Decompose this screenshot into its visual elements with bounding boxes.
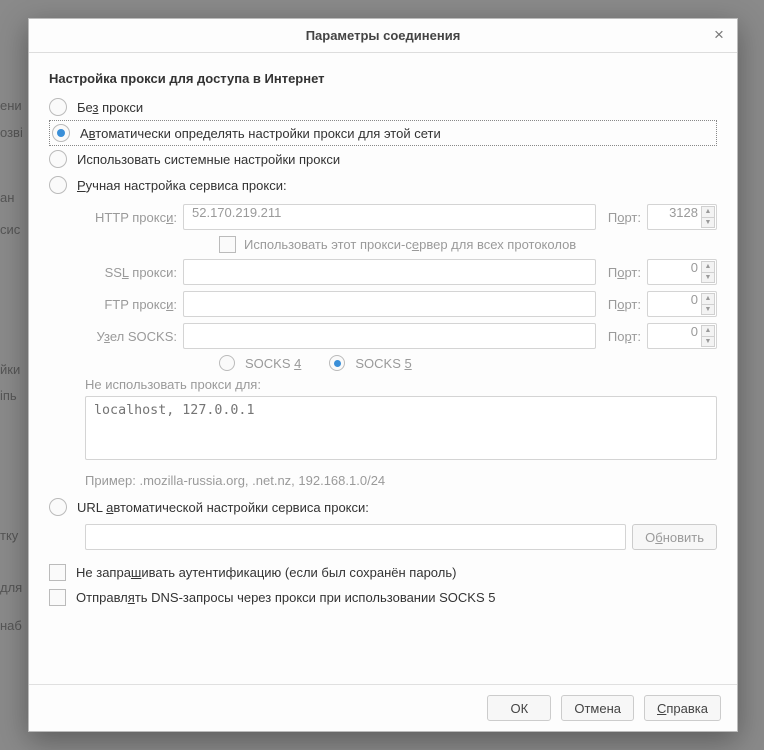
use-for-all-row[interactable]: Использовать этот прокси-сервер для всех… [219, 236, 717, 253]
pac-row: Обновить [85, 524, 717, 550]
http-port-label: Порт: [608, 210, 641, 225]
ftp-proxy-input[interactable] [183, 291, 596, 317]
dialog-footer: ОК Отмена Справка [29, 684, 737, 731]
socks-port-spinner[interactable]: ▲▼ [701, 325, 715, 347]
radio-socks4-label: SOCKS 4 [245, 356, 301, 371]
dns-socks5-checkbox[interactable] [49, 589, 66, 606]
radio-system-proxy[interactable] [49, 150, 67, 168]
use-for-all-label: Использовать этот прокси-сервер для всех… [244, 237, 576, 252]
dns-socks5-row[interactable]: Отправлять DNS-запросы через прокси при … [49, 589, 717, 606]
radio-no-proxy[interactable] [49, 98, 67, 116]
help-button[interactable]: Справка [644, 695, 721, 721]
radio-manual-proxy-label: Ручная настройка сервиса прокси: [77, 178, 287, 193]
close-icon[interactable]: × [709, 25, 729, 45]
radio-socks4[interactable] [219, 355, 235, 371]
section-title: Настройка прокси для доступа в Интернет [49, 71, 717, 86]
use-for-all-checkbox[interactable] [219, 236, 236, 253]
radio-row-system-proxy[interactable]: Использовать системные настройки прокси [49, 146, 717, 172]
no-proxy-for-label: Не использовать прокси для: [85, 377, 717, 392]
radio-row-pac[interactable]: URL автоматической настройки сервиса про… [49, 494, 717, 520]
radio-row-manual-proxy[interactable]: Ручная настройка сервиса прокси: [49, 172, 717, 198]
no-auth-prompt-row[interactable]: Не запрашивать аутентификацию (если был … [49, 564, 717, 581]
ssl-proxy-row: SSL прокси: Порт: 0 ▲▼ [85, 259, 717, 285]
ftp-port-spinner[interactable]: ▲▼ [701, 293, 715, 315]
ftp-port-label: Порт: [608, 297, 641, 312]
radio-system-proxy-label: Использовать системные настройки прокси [77, 152, 340, 167]
pac-url-input[interactable] [85, 524, 626, 550]
socks-version-row: SOCKS 4 SOCKS 5 [219, 355, 717, 371]
http-port-spinner[interactable]: ▲▼ [701, 206, 715, 228]
radio-auto-detect-label: Автоматически определять настройки прокс… [80, 126, 441, 141]
socks-proxy-input[interactable] [183, 323, 596, 349]
radio-row-no-proxy[interactable]: Без прокси [49, 94, 717, 120]
backdrop: ени озві ан сис йки іпь тку для наб Пара… [0, 0, 764, 750]
radio-row-auto-detect[interactable]: Автоматически определять настройки прокс… [49, 120, 717, 146]
radio-auto-detect[interactable] [52, 124, 70, 142]
ssl-proxy-input[interactable] [183, 259, 596, 285]
no-auth-prompt-label: Не запрашивать аутентификацию (если был … [76, 565, 456, 580]
cancel-button[interactable]: Отмена [561, 695, 634, 721]
dialog-title: Параметры соединения [306, 28, 461, 43]
socks-proxy-label: Узел SOCKS: [85, 329, 177, 344]
no-proxy-for-input[interactable] [85, 396, 717, 460]
connection-settings-dialog: Параметры соединения × Настройка прокси … [28, 18, 738, 732]
socks-proxy-row: Узел SOCKS: Порт: 0 ▲▼ [85, 323, 717, 349]
ssl-port-spinner[interactable]: ▲▼ [701, 261, 715, 283]
ssl-proxy-label: SSL прокси: [85, 265, 177, 280]
ssl-port-label: Порт: [608, 265, 641, 280]
http-proxy-row: HTTP прокси: 52.170.219.211 Порт: 3128 ▲… [85, 204, 717, 230]
ftp-proxy-row: FTP прокси: Порт: 0 ▲▼ [85, 291, 717, 317]
radio-no-proxy-label: Без прокси [77, 100, 143, 115]
ok-button[interactable]: ОК [487, 695, 551, 721]
ftp-proxy-label: FTP прокси: [85, 297, 177, 312]
socks-port-label: Порт: [608, 329, 641, 344]
http-proxy-label: HTTP прокси: [85, 210, 177, 225]
dns-socks5-label: Отправлять DNS-запросы через прокси при … [76, 590, 495, 605]
radio-manual-proxy[interactable] [49, 176, 67, 194]
radio-socks5[interactable] [329, 355, 345, 371]
reload-button[interactable]: Обновить [632, 524, 717, 550]
dialog-content: Настройка прокси для доступа в Интернет … [29, 53, 737, 684]
no-proxy-example: Пример: .mozilla-russia.org, .net.nz, 19… [85, 473, 717, 488]
radio-pac-label: URL автоматической настройки сервиса про… [77, 500, 369, 515]
http-proxy-input[interactable]: 52.170.219.211 [183, 204, 596, 230]
no-auth-prompt-checkbox[interactable] [49, 564, 66, 581]
dialog-titlebar: Параметры соединения × [29, 19, 737, 53]
manual-proxy-group: HTTP прокси: 52.170.219.211 Порт: 3128 ▲… [85, 204, 717, 488]
radio-socks5-label: SOCKS 5 [355, 356, 411, 371]
radio-pac[interactable] [49, 498, 67, 516]
